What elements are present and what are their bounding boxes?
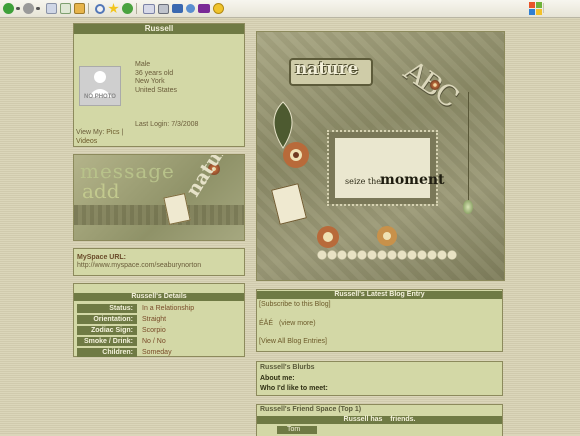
profile-info: Male 36 years old New York United States: [135, 61, 177, 95]
hanging-bead-icon: [463, 200, 473, 214]
details-row: Orientation: Straight: [74, 314, 244, 324]
person-silhouette-icon: [88, 71, 112, 97]
toolbar-separator: [88, 3, 89, 14]
home-icon[interactable]: [74, 3, 85, 14]
windows-logo-icon: [529, 2, 542, 15]
browser-toolbar: [0, 0, 580, 18]
toolbar-search-field[interactable]: [543, 3, 578, 13]
scalloped-ribbon: [317, 250, 457, 260]
moment-frame: [327, 130, 438, 206]
details-panel: Russell's Details Status: In a Relationsh…: [73, 283, 245, 357]
view-more-link[interactable]: (view more): [279, 320, 316, 327]
view-my-label: View My:: [76, 129, 105, 136]
friend-space-title: Russell's Friend Space (Top 1): [260, 406, 362, 413]
stop-icon[interactable]: [46, 3, 57, 14]
blurbs-panel: Russell's Blurbs About me: Who I'd like …: [256, 361, 503, 396]
details-value: Scorpio: [142, 326, 166, 334]
message-add-banner[interactable]: message add nature: [73, 154, 245, 241]
view-all-blog-link[interactable]: [View All Blog Entries]: [259, 338, 327, 345]
hanging-charm-icon: [430, 80, 440, 90]
banner-ribbon: [74, 205, 244, 225]
nature-title: nature: [295, 59, 359, 79]
details-row: Status: In a Relationship: [74, 303, 244, 313]
banner-tag: [163, 193, 191, 225]
profile-gender: Male: [135, 61, 151, 68]
search-icon[interactable]: [95, 3, 105, 14]
details-value: No / No: [142, 337, 166, 345]
details-value: In a Relationship: [142, 304, 195, 312]
profile-panel: Russell NO PHOTO Male 36 years old New Y…: [73, 23, 245, 147]
history-icon[interactable]: [122, 3, 133, 14]
details-label: Smoke / Drink:: [77, 336, 137, 346]
toolbar-separator: [136, 3, 137, 14]
back-dropdown-icon[interactable]: [16, 7, 20, 10]
edit-icon[interactable]: [172, 4, 183, 13]
details-row: Smoke / Drink: No / No: [74, 336, 244, 346]
details-value: Someday: [142, 348, 172, 356]
moment-text: moment: [380, 172, 445, 188]
details-label: Orientation:: [77, 314, 137, 324]
blog-entry: ÉÅÉ (view more): [259, 320, 316, 327]
forward-dropdown-icon[interactable]: [36, 7, 40, 10]
refresh-icon[interactable]: [60, 3, 71, 14]
hanging-string: [468, 92, 469, 202]
blurbs-title: Russell's Blurbs: [260, 364, 315, 371]
details-row: Children: Someday: [74, 347, 244, 357]
myspace-url-label: MySpace URL:: [77, 254, 127, 261]
profile-age: 36 years old: [135, 69, 174, 77]
profile-city: New York: [135, 78, 165, 85]
banner-word-nature: nature: [182, 154, 239, 201]
back-icon[interactable]: [3, 3, 14, 14]
no-photo-label: NO PHOTO: [84, 94, 116, 100]
myspace-url-value[interactable]: http://www.myspace.com/seaburynorton: [77, 262, 201, 269]
myspace-url-panel: MySpace URL: http://www.myspace.com/seab…: [73, 248, 245, 276]
flower-icon: [283, 142, 309, 168]
seize-the-text: seize the: [345, 177, 381, 186]
details-row: Zodiac Sign: Scorpio: [74, 325, 244, 335]
blog-entry-link[interactable]: ÉÅÉ: [259, 320, 273, 327]
blog-title: Russell's Latest Blog Entry: [257, 291, 502, 299]
friend-space-panel: Russell's Friend Space (Top 1) Russell h…: [256, 404, 503, 436]
pics-link[interactable]: Pics: [106, 129, 119, 136]
profile-name: Russell: [74, 24, 244, 34]
profile-country: United States: [135, 86, 178, 94]
flower-icon: [317, 226, 339, 248]
details-title: Russell's Details: [74, 293, 244, 301]
flower-icon: [377, 226, 397, 246]
favorites-icon[interactable]: [108, 3, 119, 14]
friend-name[interactable]: Tom: [277, 426, 300, 433]
print-icon[interactable]: [158, 3, 169, 14]
about-me-label: About me:: [260, 375, 295, 382]
blog-panel: Russell's Latest Blog Entry [Subscribe t…: [256, 289, 503, 352]
forward-icon[interactable]: [23, 3, 34, 14]
view-my-links: View My: Pics | Videos: [76, 129, 123, 146]
friend-count: Russell has friends.: [257, 416, 502, 424]
messenger-icon[interactable]: [186, 4, 195, 13]
link-separator: |: [121, 129, 124, 136]
friend-entry[interactable]: Tom: [277, 426, 317, 434]
banner-word-add: add: [82, 179, 120, 203]
who-to-meet-label: Who I'd like to meet:: [260, 385, 328, 392]
details-value: Straight: [142, 315, 167, 323]
smiley-icon[interactable]: [213, 3, 224, 14]
last-login: Last Login: 7/3/2008: [135, 121, 199, 128]
profile-photo-placeholder[interactable]: NO PHOTO: [79, 66, 121, 106]
mail-icon[interactable]: [143, 3, 155, 14]
profile-banner-image: nature ABC seize the moment: [256, 31, 505, 281]
details-label: Zodiac Sign:: [77, 325, 137, 335]
subscribe-link[interactable]: [Subscribe to this Blog]: [259, 301, 331, 308]
details-label: Children:: [77, 347, 137, 357]
videos-link[interactable]: Videos: [76, 138, 97, 145]
details-label: Status:: [77, 303, 137, 313]
yahoo-icon[interactable]: [198, 4, 210, 13]
